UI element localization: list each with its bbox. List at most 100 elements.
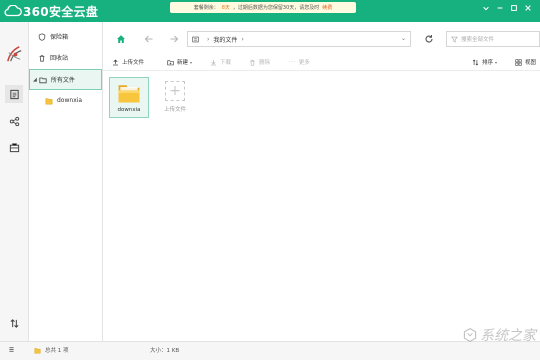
filter-icon xyxy=(451,36,458,42)
total-size: 大小：1 KB xyxy=(150,348,180,354)
subscription-notice: 套餐剩余： 8天 ，过期后数据为您保留30天，请您及时 续费 xyxy=(170,2,356,13)
notice-prefix: 套餐剩余： xyxy=(193,5,219,11)
download-icon xyxy=(211,59,216,65)
folder-path-icon xyxy=(192,36,199,42)
caret-down-icon: ▾ xyxy=(495,59,498,65)
upload-tile-label: 上传文件 xyxy=(163,107,186,113)
close-icon xyxy=(525,5,531,11)
new-label: 新建 xyxy=(177,60,189,66)
status-bar: 总共 1 项 大小：1 KB xyxy=(0,341,540,360)
left-rail xyxy=(0,22,29,341)
refresh-button[interactable] xyxy=(421,31,437,47)
tree-item-label: 保险箱 xyxy=(50,34,69,41)
rail-files-button[interactable] xyxy=(5,85,23,103)
search-placeholder: 搜索全部文件 xyxy=(461,37,495,43)
avatar[interactable] xyxy=(4,44,25,65)
file-grid: downxia + 上传文件 xyxy=(103,71,540,341)
watermark: 系统之家 xyxy=(462,325,536,345)
more-label: 更多 xyxy=(298,60,310,66)
back-button[interactable] xyxy=(141,31,157,47)
upload-label: 上传文件 xyxy=(122,60,145,66)
delete-button[interactable]: 删除 xyxy=(249,56,270,68)
rail-toolbox-button[interactable] xyxy=(5,138,23,156)
download-button[interactable]: 下载 xyxy=(210,56,231,68)
sort-icon xyxy=(472,59,479,65)
status-size: 大小：1 KB xyxy=(150,346,179,354)
address-dropdown-icon[interactable]: ⌄ xyxy=(401,35,406,42)
toolbox-icon xyxy=(9,142,19,152)
file-name: downxia xyxy=(117,107,141,113)
upload-button[interactable]: 上传文件 xyxy=(112,56,144,68)
minimize-button[interactable] xyxy=(494,2,506,14)
title-bar: 360安全云盘 套餐剩余： 8天 ，过期后数据为您保留30天，请您及时 续费 xyxy=(0,0,540,22)
tree-item-safe[interactable]: 保险箱 xyxy=(29,26,102,47)
breadcrumb[interactable]: 我的文件 xyxy=(213,35,237,44)
menu-button[interactable] xyxy=(8,346,19,353)
cloud-logo-icon xyxy=(4,5,22,17)
dropdown-button[interactable] xyxy=(480,2,492,14)
grid-view-icon xyxy=(515,58,522,66)
search-input[interactable]: 搜索全部文件 xyxy=(446,31,540,47)
watermark-text: 系统之家 xyxy=(480,328,536,344)
more-button[interactable]: ··· 更多 xyxy=(289,56,310,68)
more-dots-icon: ··· xyxy=(289,59,296,65)
notice-days: 8天 xyxy=(221,5,230,11)
caret-down-icon: ▾ xyxy=(190,59,193,65)
breadcrumb-separator-icon: › xyxy=(241,35,244,43)
trash-icon xyxy=(39,54,45,62)
upload-tile[interactable]: + 上传文件 xyxy=(157,77,193,118)
rail-share-button[interactable] xyxy=(5,112,23,130)
tree-item-downxia[interactable]: downxia xyxy=(29,90,102,111)
arrow-right-icon xyxy=(170,35,179,43)
folder-icon xyxy=(45,97,53,104)
status-count: 总共 1 项 xyxy=(34,346,69,354)
plus-icon: + xyxy=(165,81,185,101)
watermark-logo-icon xyxy=(463,327,477,343)
delete-label: 删除 xyxy=(259,60,271,66)
tree-item-label: 回收站 xyxy=(50,55,69,62)
forward-button[interactable] xyxy=(166,31,182,47)
expand-arrow-icon[interactable]: ◢ xyxy=(33,77,37,83)
folder-icon xyxy=(118,85,140,103)
folder-tree: 保险箱 回收站 ◢ 所有文件 downxia xyxy=(29,22,103,341)
item-count: 总共 1 项 xyxy=(45,348,69,354)
tree-item-all-files[interactable]: ◢ 所有文件 xyxy=(29,69,102,90)
tree-item-label: 所有文件 xyxy=(50,77,75,84)
new-button[interactable]: 新建 ▾ xyxy=(167,56,192,68)
renew-link[interactable]: 续费 xyxy=(322,4,332,11)
view-button[interactable]: 视图 xyxy=(515,56,536,68)
home-icon xyxy=(117,35,125,43)
file-item-downxia[interactable]: downxia xyxy=(109,77,149,118)
file-list-icon xyxy=(9,89,19,99)
upload-icon xyxy=(113,59,118,65)
minimize-icon xyxy=(497,7,503,9)
tree-item-recycle[interactable]: 回收站 xyxy=(29,47,102,68)
shield-icon xyxy=(38,32,46,41)
refresh-icon xyxy=(425,35,433,43)
menu-icon xyxy=(9,347,14,352)
arrow-left-icon xyxy=(144,35,153,43)
view-label: 视图 xyxy=(525,60,537,66)
new-folder-icon xyxy=(167,59,174,65)
share-icon xyxy=(9,116,19,126)
transfer-icon xyxy=(9,318,19,328)
home-button[interactable] xyxy=(113,31,129,47)
maximize-button[interactable] xyxy=(508,2,520,14)
app-logo: 360安全云盘 xyxy=(4,3,98,19)
notice-text: ，过期后数据为您保留30天，请您及时 xyxy=(232,5,320,11)
rail-transfer-button[interactable] xyxy=(5,314,23,332)
maximize-icon xyxy=(511,5,517,11)
toolbar: 上传文件 新建 ▾ 下载 删除 ··· 更多 排序 ▾ 视图 xyxy=(103,53,540,71)
trash-icon xyxy=(250,59,255,66)
folder-icon xyxy=(34,347,41,354)
address-bar[interactable]: › 我的文件 › ⌄ xyxy=(187,31,411,47)
navigation-bar: › 我的文件 › ⌄ 搜索全部文件 xyxy=(103,28,540,50)
close-button[interactable] xyxy=(522,2,534,14)
folder-icon xyxy=(39,77,47,83)
dropdown-icon xyxy=(483,6,489,11)
app-title: 360安全云盘 xyxy=(23,4,99,19)
sort-button[interactable]: 排序 ▾ xyxy=(472,56,497,68)
sort-label: 排序 xyxy=(482,60,494,66)
tree-item-label: downxia xyxy=(57,97,83,104)
download-label: 下载 xyxy=(220,60,232,66)
